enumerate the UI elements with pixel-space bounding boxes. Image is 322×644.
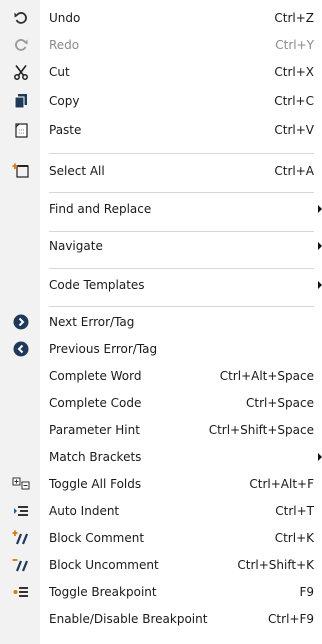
menu-item-label: Select All	[49, 164, 105, 178]
menu-item-label: Paste	[49, 123, 82, 137]
block-comment-icon	[12, 529, 30, 547]
menu-item-label: Next Error/Tag	[49, 315, 135, 329]
menu-item-shortcut: Ctrl+A	[274, 164, 314, 178]
menu-item-label: Copy	[49, 94, 80, 108]
menu-item-label: Previous Error/Tag	[49, 342, 158, 356]
breakpoint-icon	[12, 583, 30, 601]
menu-item-shortcut: Ctrl+Z	[274, 11, 314, 25]
menu-item-shortcut: Ctrl+V	[274, 123, 314, 137]
submenu-arrow-icon	[318, 205, 322, 213]
menu-item-copy[interactable]: Copy Ctrl+C	[0, 88, 322, 114]
menu-item-parameter-hint[interactable]: Parameter Hint Ctrl+Shift+Space	[0, 417, 322, 443]
submenu-arrow-icon	[318, 242, 322, 250]
menu-item-shortcut: F9	[299, 585, 314, 599]
menu-item-enable-disable-breakpoint[interactable]: Enable/Disable Breakpoint Ctrl+F9	[0, 606, 322, 632]
redo-icon	[12, 36, 30, 54]
menu-item-shortcut: Ctrl+Shift+K	[237, 558, 314, 572]
scissors-icon	[12, 63, 30, 81]
menu-item-shortcut: Ctrl+Y	[275, 38, 314, 52]
menu-item-label: Parameter Hint	[49, 423, 140, 437]
copy-icon	[12, 92, 30, 110]
menu-item-label: Toggle Breakpoint	[49, 585, 157, 599]
menu-item-label: Navigate	[49, 239, 103, 253]
submenu-arrow-icon	[318, 281, 322, 289]
context-menu: Undo Ctrl+Z Redo Ctrl+Y Cut Ctrl+X Copy …	[0, 0, 322, 644]
menu-item-label: Code Templates	[49, 278, 145, 292]
undo-icon	[12, 9, 30, 27]
menu-item-toggle-breakpoint[interactable]: Toggle Breakpoint F9	[0, 579, 322, 605]
menu-item-toggle-all-folds[interactable]: Toggle All Folds Ctrl+Alt+F	[0, 471, 322, 497]
menu-item-shortcut: Ctrl+F9	[268, 612, 314, 626]
previous-arrow-icon	[12, 340, 30, 358]
paste-icon	[12, 121, 30, 139]
menu-item-label: Undo	[49, 11, 81, 25]
menu-item-find-and-replace[interactable]: Find and Replace	[0, 196, 322, 222]
menu-item-block-uncomment[interactable]: Block Uncomment Ctrl+Shift+K	[0, 552, 322, 578]
menu-item-label: Toggle All Folds	[49, 477, 142, 491]
block-uncomment-icon	[12, 556, 30, 574]
menu-item-label: Complete Code	[49, 396, 142, 410]
menu-item-previous-error-tag[interactable]: Previous Error/Tag	[0, 336, 322, 362]
menu-item-navigate[interactable]: Navigate	[0, 233, 322, 259]
menu-item-redo[interactable]: Redo Ctrl+Y	[0, 32, 322, 58]
toggle-folds-icon	[12, 475, 30, 493]
menu-item-label: Block Comment	[49, 531, 145, 545]
menu-item-label: Complete Word	[49, 369, 142, 383]
menu-item-cut[interactable]: Cut Ctrl+X	[0, 59, 322, 85]
submenu-arrow-icon	[318, 453, 322, 461]
menu-item-label: Match Brackets	[49, 450, 142, 464]
menu-item-shortcut: Ctrl+K	[274, 531, 314, 545]
menu-item-shortcut: Ctrl+Alt+Space	[219, 369, 314, 383]
menu-item-label: Cut	[49, 65, 70, 79]
menu-item-label: Redo	[49, 38, 80, 52]
menu-item-next-error-tag[interactable]: Next Error/Tag	[0, 309, 322, 335]
menu-item-shortcut: Ctrl+T	[275, 504, 314, 518]
menu-separator	[49, 153, 314, 154]
menu-item-complete-word[interactable]: Complete Word Ctrl+Alt+Space	[0, 363, 322, 389]
menu-separator	[49, 192, 314, 193]
menu-item-complete-code[interactable]: Complete Code Ctrl+Space	[0, 390, 322, 416]
menu-item-auto-indent[interactable]: Auto Indent Ctrl+T	[0, 498, 322, 524]
menu-item-label: Block Uncomment	[49, 558, 159, 572]
menu-item-label: Find and Replace	[49, 202, 152, 216]
select-all-icon	[12, 162, 30, 180]
menu-item-label: Auto Indent	[49, 504, 120, 518]
menu-item-label: Enable/Disable Breakpoint	[49, 612, 208, 626]
menu-item-shortcut: Ctrl+Shift+Space	[208, 423, 314, 437]
auto-indent-icon	[12, 502, 30, 520]
menu-item-shortcut: Ctrl+Alt+F	[249, 477, 314, 491]
next-arrow-icon	[12, 313, 30, 331]
menu-item-code-templates[interactable]: Code Templates	[0, 272, 322, 298]
menu-item-undo[interactable]: Undo Ctrl+Z	[0, 5, 322, 31]
menu-separator	[49, 306, 314, 307]
menu-item-shortcut: Ctrl+Space	[246, 396, 314, 410]
menu-separator	[49, 231, 314, 232]
menu-separator	[49, 268, 314, 269]
menu-item-shortcut: Ctrl+C	[274, 94, 314, 108]
menu-item-paste[interactable]: Paste Ctrl+V	[0, 117, 322, 143]
menu-item-select-all[interactable]: Select All Ctrl+A	[0, 158, 322, 184]
menu-item-block-comment[interactable]: Block Comment Ctrl+K	[0, 525, 322, 551]
menu-item-match-brackets[interactable]: Match Brackets	[0, 444, 322, 470]
menu-item-shortcut: Ctrl+X	[274, 65, 314, 79]
